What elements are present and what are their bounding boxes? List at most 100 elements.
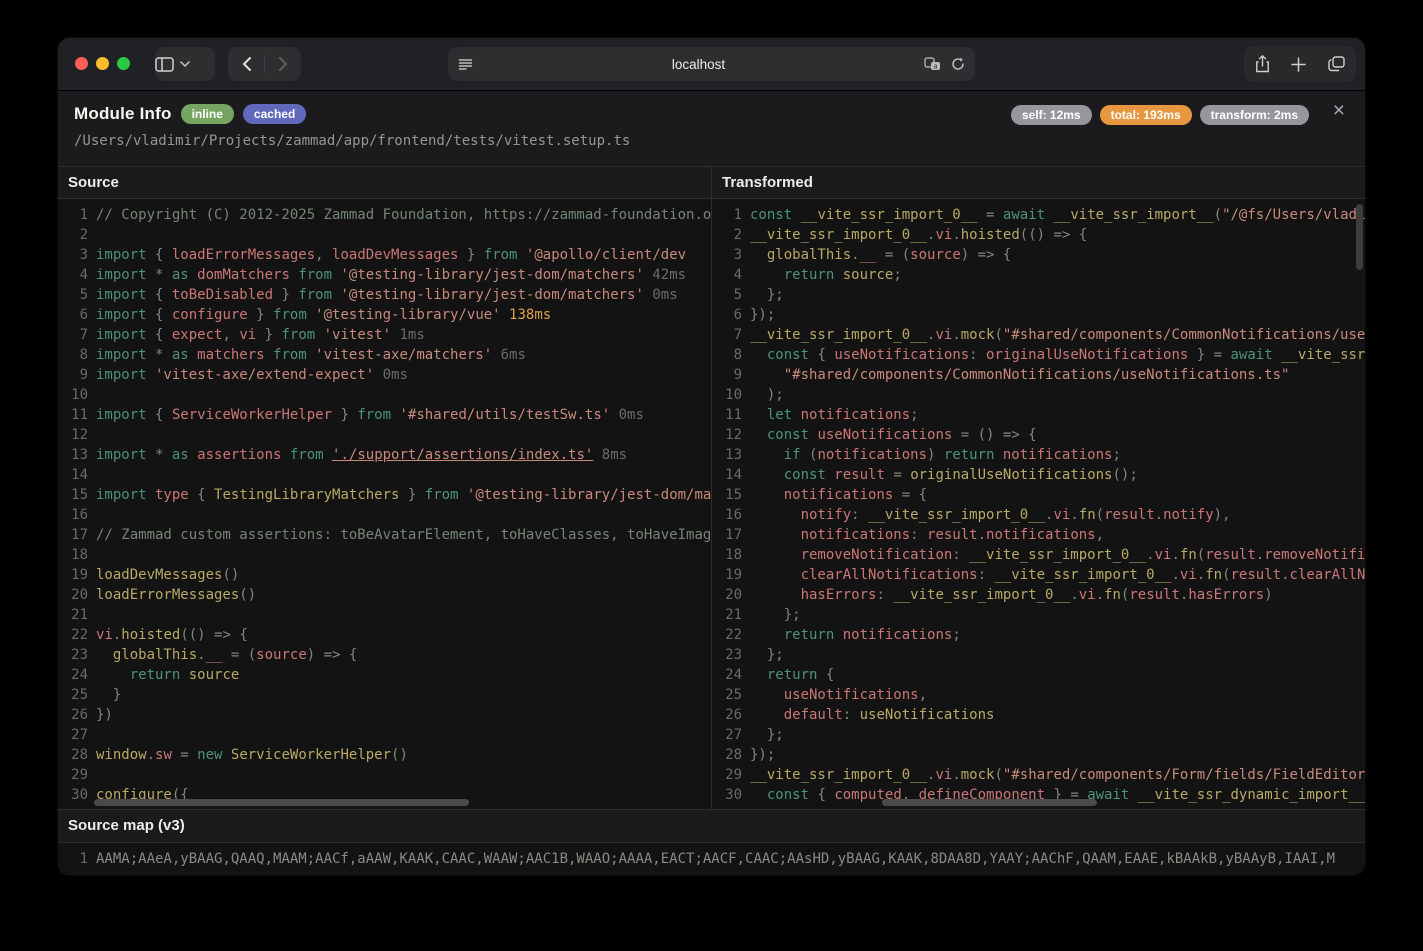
line-number: 6 [733, 307, 742, 323]
code-line: 11 let notifications; [712, 405, 1365, 425]
back-button[interactable] [228, 47, 264, 81]
line-number: 14 [725, 467, 742, 483]
sidebar-icon [155, 56, 174, 72]
vertical-scrollbar[interactable] [1356, 204, 1363, 270]
page-title: Module Info [74, 104, 172, 123]
code-line: 3 import { loadErrorMessages, loadDevMess… [58, 245, 711, 265]
line-number: 8 [79, 347, 88, 363]
horizontal-scrollbar[interactable] [94, 799, 469, 806]
window-close-button[interactable] [75, 57, 88, 70]
line-number: 3 [733, 247, 742, 263]
line-number: 26 [71, 707, 88, 723]
line-number: 11 [725, 407, 742, 423]
svg-text:a: a [934, 64, 938, 71]
line-number: 21 [71, 607, 88, 623]
share-button[interactable] [1255, 55, 1270, 73]
line-number: 12 [71, 427, 88, 443]
line-number: 18 [71, 547, 88, 563]
code-line: 17 notifications: result.notifications, [712, 525, 1365, 545]
code-line: 1 const __vite_ssr_import_0__ = await __v… [712, 205, 1365, 225]
code-line: 13 if (notifications) return notificatio… [712, 445, 1365, 465]
code-line: 15 import type { TestingLibraryMatchers }… [58, 485, 711, 505]
line-number: 16 [71, 507, 88, 523]
reader-icon[interactable] [458, 58, 473, 71]
line-number: 30 [725, 787, 742, 803]
code-line: 7 __vite_ssr_import_0__.vi.mock("#shared/… [712, 325, 1365, 345]
sidebar-menu-button[interactable] [180, 61, 190, 67]
horizontal-scrollbar[interactable] [882, 799, 1097, 806]
code-line: 2 [58, 225, 711, 245]
badge-cached: cached [242, 104, 307, 124]
transformed-code-view: 1 const __vite_ssr_import_0__ = await __v… [712, 199, 1365, 809]
code-line: 26 default: useNotifications [712, 705, 1365, 725]
line-number: 13 [725, 447, 742, 463]
code-line: 14 [58, 465, 711, 485]
code-line: 9 import 'vitest-axe/extend-expect' 0ms [58, 365, 711, 385]
code-line: 20 loadErrorMessages() [58, 585, 711, 605]
close-button[interactable]: × [1327, 99, 1351, 122]
url-text: localhost [671, 56, 726, 72]
code-line: 28 window.sw = new ServiceWorkerHelper() [58, 745, 711, 765]
reload-icon[interactable] [951, 57, 965, 71]
sidebar-toggle-button[interactable] [155, 56, 174, 72]
badge-self-time: self: 12ms [1010, 105, 1092, 125]
code-line: 16 [58, 505, 711, 525]
code-line: 22 vi.hoisted(() => { [58, 625, 711, 645]
code-line: 12 [58, 425, 711, 445]
code-line: 29 __vite_ssr_import_0__.vi.mock("#shared… [712, 765, 1365, 785]
tabs-icon [1328, 56, 1345, 72]
sourcemap-title: Source map (v3) [58, 810, 1365, 843]
code-line: 18 [58, 545, 711, 565]
sourcemap-section: Source map (v3) 1 AAMA;AAeA,yBAAG,QAAQ,M… [58, 809, 1365, 875]
line-number: 4 [79, 267, 88, 283]
window-zoom-button[interactable] [117, 57, 130, 70]
code-line: 23 globalThis.__ = (source) => { [58, 645, 711, 665]
desktop-background: localhost a Module Info inline cached se… [0, 0, 1423, 951]
address-bar[interactable]: localhost a [448, 47, 975, 81]
forward-button[interactable] [265, 47, 301, 81]
line-number: 27 [725, 727, 742, 743]
module-path: /Users/vladimir/Projects/zammad/app/fron… [74, 133, 631, 149]
line-number: 8 [733, 347, 742, 363]
translate-icon[interactable]: a [924, 57, 941, 71]
code-line: 3 globalThis.__ = (source) => { [712, 245, 1365, 265]
code-line: 9 "#shared/components/CommonNotification… [712, 365, 1365, 385]
line-number: 16 [725, 507, 742, 523]
code-line: 22 return notifications; [712, 625, 1365, 645]
line-number: 2 [79, 227, 88, 243]
window-minimize-button[interactable] [96, 57, 109, 70]
line-number: 2 [733, 227, 742, 243]
line-number: 10 [725, 387, 742, 403]
source-panel-title: Source [58, 167, 711, 199]
code-line: 1// Copyright (C) 2012-2025 Zammad Found… [58, 205, 711, 225]
badge-total-time: total: 193ms [1099, 105, 1192, 125]
share-icon [1255, 55, 1270, 73]
badge-transform-time: transform: 2ms [1199, 105, 1309, 125]
line-number: 3 [79, 247, 88, 263]
line-number: 14 [71, 467, 88, 483]
code-line: 14 const result = originalUseNotificatio… [712, 465, 1365, 485]
code-line: 18 removeNotification: __vite_ssr_import… [712, 545, 1365, 565]
new-tab-button[interactable] [1291, 56, 1307, 72]
line-number: 15 [725, 487, 742, 503]
line-number: 29 [725, 767, 742, 783]
code-line: 21 [58, 605, 711, 625]
sourcemap-line-number: 1 [79, 851, 88, 867]
line-number: 9 [733, 367, 742, 383]
module-link[interactable]: './support/assertions/index.ts' [332, 447, 593, 463]
tab-overview-button[interactable] [1328, 56, 1345, 72]
line-number: 1 [733, 207, 742, 223]
code-line: 28}); [712, 745, 1365, 765]
chevron-right-icon [278, 57, 288, 71]
line-number: 25 [725, 687, 742, 703]
code-line: 10 [58, 385, 711, 405]
source-panel: Source 1// Copyright (C) 2012-2025 Zamma… [58, 167, 712, 809]
line-number: 26 [725, 707, 742, 723]
code-line: 4 import * as domMatchers from '@testing-… [58, 265, 711, 285]
chevron-left-icon [242, 57, 251, 71]
line-number: 22 [725, 627, 742, 643]
code-line: 2 __vite_ssr_import_0__.vi.hoisted(() => … [712, 225, 1365, 245]
line-number: 13 [71, 447, 88, 463]
line-number: 5 [733, 287, 742, 303]
plus-icon [1291, 56, 1307, 72]
